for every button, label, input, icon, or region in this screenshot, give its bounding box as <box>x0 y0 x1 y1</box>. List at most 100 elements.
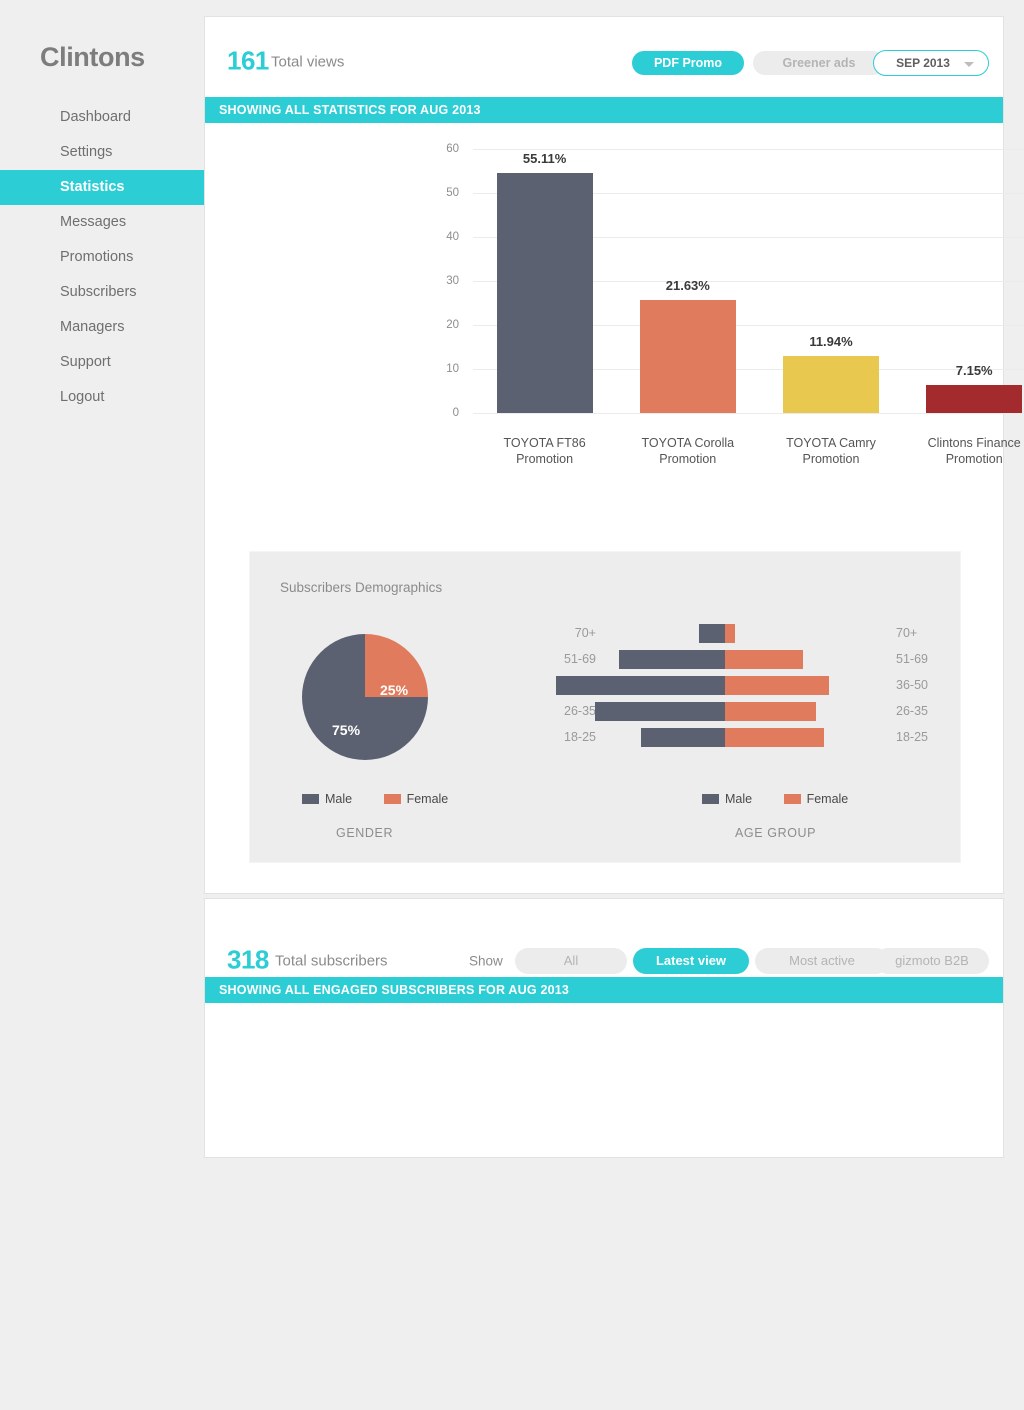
pyramid-row: 18-25 18-25 <box>550 728 942 747</box>
pyramid-bar-female[interactable] <box>725 676 829 695</box>
promotions-bar-chart: 0 10 20 30 40 50 60 55.11% TOYOTA FT86 Promotion… <box>205 139 1024 519</box>
statistics-banner-period: AUG 2013 <box>420 103 481 117</box>
pyramid-row: 70+ 70+ <box>550 624 942 643</box>
legend-swatch-female-age <box>783 794 801 804</box>
pyramid-row: 26-35 26-35 <box>550 702 942 721</box>
period-select[interactable]: SEP 2013 <box>873 50 989 76</box>
age-label-right: 51-69 <box>896 652 928 666</box>
legend-swatch-male <box>302 794 319 804</box>
pyramid-bar-female[interactable] <box>725 702 816 721</box>
bar[interactable]: 21.63% <box>639 278 736 413</box>
subscribers-banner-period: AUG 2013 <box>508 983 570 997</box>
pyramid-bar-female[interactable] <box>725 624 735 643</box>
sidebar-nav: Dashboard Settings Statistics Messages Promo… <box>0 100 204 415</box>
total-subscribers-label: Total subscribers <box>275 952 388 970</box>
sidebar-item-statistics[interactable]: Statistics <box>0 170 204 205</box>
pyramid-bar-male[interactable] <box>619 650 725 669</box>
x-axis-category-label: TOYOTA FT86 Promotion <box>503 436 586 466</box>
brand-logo: Clintons <box>40 42 145 72</box>
sidebar-item-dashboard[interactable]: Dashboard <box>0 100 204 135</box>
y-axis-tick: 40 <box>446 231 459 243</box>
pdf-promo-button[interactable]: PDF Promo <box>632 51 744 75</box>
legend-item-male: Male <box>302 792 352 806</box>
pie-label-male: 75% <box>332 722 361 738</box>
filter-latest-view-button[interactable]: Latest view <box>633 948 749 974</box>
sidebar-item-messages[interactable]: Messages <box>0 205 204 240</box>
total-views-label: Total views <box>271 53 345 71</box>
y-axis-tick: 0 <box>452 407 459 419</box>
pyramid-bar-male[interactable] <box>699 624 725 643</box>
chevron-down-icon <box>964 62 974 67</box>
pyramid-bar-male[interactable] <box>556 676 725 695</box>
y-axis-tick: 20 <box>446 319 459 331</box>
age-label-left: 26-35 <box>564 704 596 718</box>
pyramid-bar-female[interactable] <box>725 650 803 669</box>
bar-value-label: 55.11% <box>522 151 567 167</box>
pyramid-bar-male[interactable] <box>595 702 725 721</box>
demographics-panel: Subscribers Demographics 25% 75% Male Fe… <box>249 551 961 863</box>
subscribers-panel: 318 Total subscribers Show All Latest vi… <box>204 898 1004 1158</box>
sidebar-item-subscribers[interactable]: Subscribers <box>0 275 204 310</box>
subscribers-list-empty <box>205 1003 1003 1151</box>
age-label-right: 18-25 <box>896 730 928 744</box>
filter-all-button[interactable]: All <box>515 948 627 974</box>
gridline <box>473 413 1024 414</box>
pyramid-bar-female[interactable] <box>725 728 824 747</box>
pyramid-row: 36-5036-50 <box>550 676 942 695</box>
statistics-header: 161 Total views PDF Promo Greener ads SE… <box>205 17 1003 97</box>
bar[interactable]: 55.11% <box>496 151 593 413</box>
legend-label-female: Female <box>406 792 449 806</box>
dashboard-page: Clintons Dashboard Settings Statistics Mess… <box>0 0 1024 1410</box>
pyramid-row: 51-69 51-69 <box>550 650 942 669</box>
gender-pie-chart: 25% 75% <box>302 634 428 760</box>
bar-value-label: 7.15% <box>955 363 993 379</box>
x-axis-category-label: Clintons Finance Promotion <box>927 436 1021 466</box>
legend-label-female-age: Female <box>806 792 849 806</box>
sidebar-item-settings[interactable]: Settings <box>0 135 204 170</box>
age-label-left: 18-25 <box>564 730 596 744</box>
greener-ads-button[interactable]: Greener ads <box>753 51 885 75</box>
subscribers-banner-prefix: SHOWING <box>219 983 282 997</box>
filter-gizmoto-b2b-button[interactable]: gizmoto B2B <box>875 948 989 974</box>
age-label-right: 36-50 <box>896 678 928 692</box>
x-axis-category-label: TOYOTA Corolla Promotion <box>641 436 735 466</box>
age-legend: Male Female <box>702 792 876 806</box>
subscribers-banner-mid: ALL ENGAGED SUBSCRIBERS FOR <box>284 983 506 997</box>
sidebar-item-managers[interactable]: Managers <box>0 310 204 345</box>
sidebar-item-support[interactable]: Support <box>0 345 204 380</box>
bar[interactable]: 11.94% <box>783 334 879 413</box>
statistics-banner: SHOWING ALL STATISTICS FOR AUG 2013 <box>205 97 1003 123</box>
legend-swatch-male-age <box>702 794 719 804</box>
pie-slices <box>302 634 428 760</box>
subscribers-header: 318 Total subscribers Show All Latest vi… <box>205 899 1003 977</box>
y-axis-tick: 50 <box>446 187 459 199</box>
sidebar-item-logout[interactable]: Logout <box>0 380 204 415</box>
bar[interactable]: 7.15% <box>926 363 1023 413</box>
demographics-title: Subscribers Demographics <box>280 580 443 595</box>
legend-item-female: Female <box>383 792 449 806</box>
legend-label-male: Male <box>325 792 353 806</box>
gender-legend: Male Female <box>302 792 476 806</box>
total-views-count: 161 <box>227 45 269 76</box>
legend-label-male-age: Male <box>725 792 753 806</box>
y-axis-tick: 60 <box>446 143 459 155</box>
legend-item-female-age: Female <box>783 792 849 806</box>
filter-most-active-button[interactable]: Most active <box>755 948 889 974</box>
subscribers-banner: SHOWING ALL ENGAGED SUBSCRIBERS FOR AUG … <box>205 977 1003 1003</box>
statistics-banner-prefix: SHOWING <box>219 103 282 117</box>
x-axis-category-label: TOYOTA Camry Promotion <box>786 436 876 466</box>
age-label-right: 70+ <box>896 626 918 640</box>
age-label-left: 51-69 <box>564 652 596 666</box>
age-label-right: 26-35 <box>896 704 928 718</box>
pyramid-bar-male[interactable] <box>641 728 725 747</box>
total-subscribers-count: 318 <box>227 944 269 975</box>
legend-swatch-female <box>383 794 401 804</box>
statistics-panel: 161 Total views PDF Promo Greener ads SE… <box>204 16 1024 894</box>
sidebar-item-promotions[interactable]: Promotions <box>0 240 204 275</box>
legend-item-male-age: Male <box>702 792 752 806</box>
age-group-pyramid-chart: 70+ 70+ 51-69 51-69 36-5036-50 26-35 26-35 18-2… <box>550 624 942 754</box>
sidebar: Clintons Dashboard Settings Statistics Mess… <box>0 0 204 1410</box>
gender-caption: GENDER <box>336 826 394 840</box>
show-filter-label: Show <box>469 953 503 969</box>
statistics-banner-mid: ALL STATISTICS FOR <box>284 103 417 117</box>
